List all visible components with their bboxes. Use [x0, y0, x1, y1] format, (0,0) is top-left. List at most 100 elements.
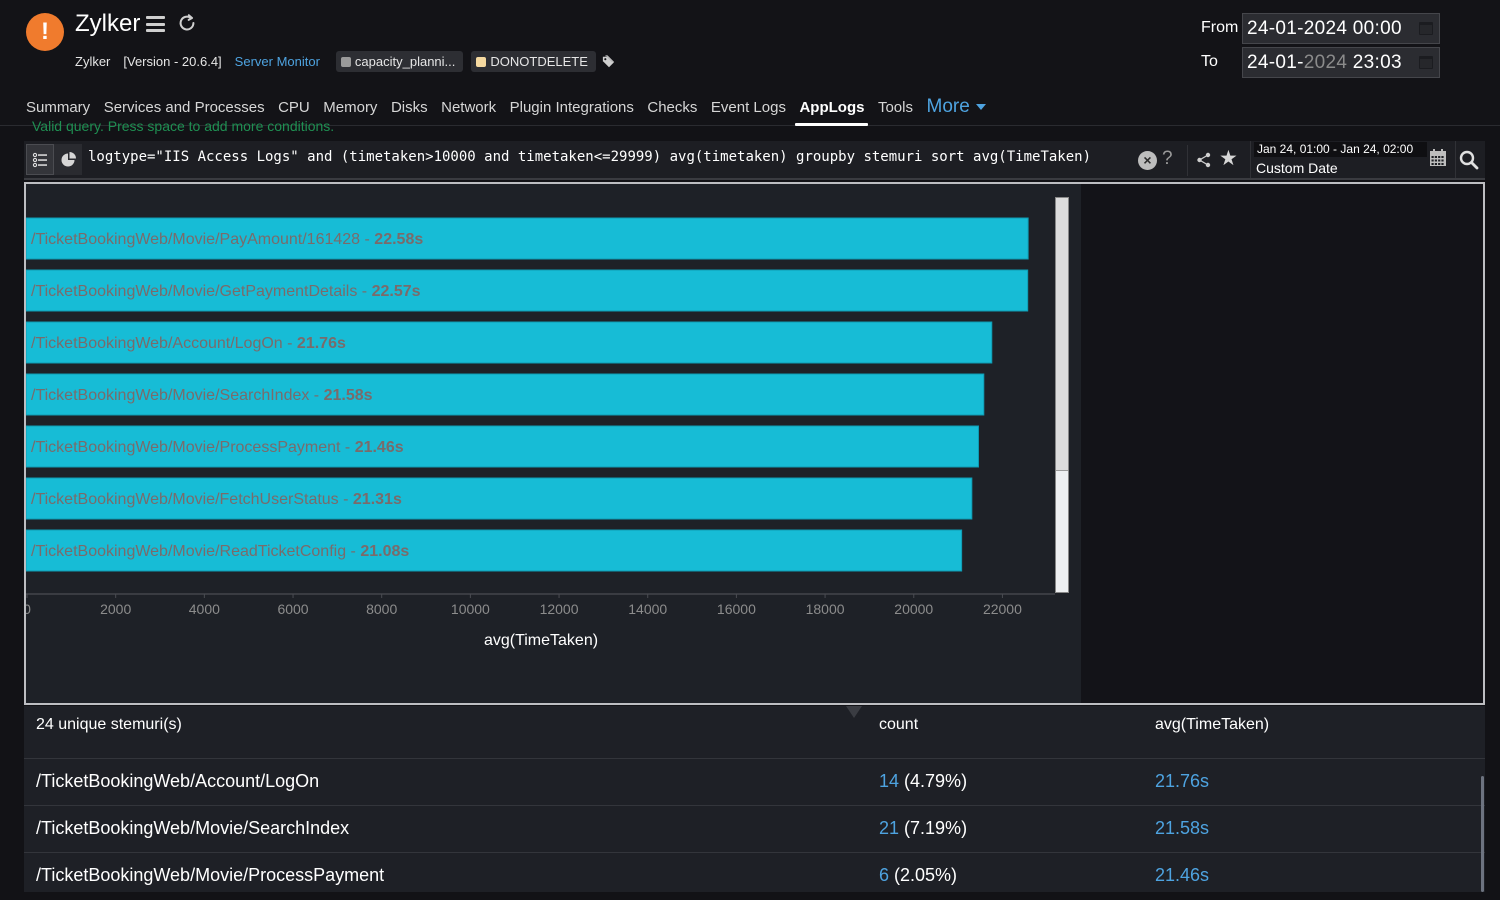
to-label: To	[1201, 53, 1218, 70]
refresh-icon[interactable]	[176, 12, 198, 34]
bar-value-label: 21.76s	[297, 335, 346, 352]
from-time-part: 00:00	[1347, 18, 1402, 39]
count-link[interactable]: 6	[879, 865, 889, 885]
share-icon[interactable]	[1196, 152, 1212, 168]
tab-memory[interactable]: Memory	[323, 99, 377, 119]
to-date-input[interactable]: 24-01-2024 23:03	[1242, 47, 1440, 78]
unique-count-label: 24 unique stemuri(s)	[36, 716, 182, 733]
bar-value-label: 21.08s	[360, 543, 409, 560]
from-label: From	[1201, 19, 1239, 36]
tab-checks[interactable]: Checks	[647, 99, 697, 119]
query-validation-hint: Valid query. Press space to add more con…	[32, 120, 335, 134]
tab-summary[interactable]: Summary	[26, 99, 90, 119]
x-tick-label: 4000	[189, 601, 220, 617]
version-label: [Version - 20.6.4]	[123, 54, 222, 69]
x-tick-label: 16000	[717, 601, 756, 617]
tab-tools[interactable]: Tools	[878, 99, 913, 119]
bar-value-label: 21.31s	[353, 491, 402, 508]
monitor-subline: Zylker [Version - 20.6.4] Server Monitor…	[75, 51, 616, 72]
calendar-icon[interactable]	[1429, 149, 1447, 167]
bar-category: /TicketBookingWeb/Movie/ProcessPayment -	[31, 439, 355, 456]
bar-category: /TicketBookingWeb/Movie/GetPaymentDetail…	[31, 283, 372, 300]
time-range-selector[interactable]: Jan 24, 01:00 - Jan 24, 02:00 Custom Dat…	[1250, 141, 1456, 178]
x-axis-title: avg(TimeTaken)	[484, 632, 598, 649]
bar-category: /TicketBookingWeb/Movie/SearchIndex -	[31, 387, 324, 404]
tab-cpu[interactable]: CPU	[278, 99, 310, 119]
chart-view-button[interactable]	[54, 144, 82, 175]
monitor-type-link[interactable]: Server Monitor	[235, 54, 320, 69]
tab-disks[interactable]: Disks	[391, 99, 428, 119]
tab-network[interactable]: Network	[441, 99, 496, 119]
tag-donotdelete[interactable]: DONOTDELETE	[471, 51, 596, 72]
avg-timetaken-link[interactable]: 21.76s	[1155, 771, 1209, 792]
table-row: /TicketBookingWeb/Movie/SearchIndex 21 (…	[24, 806, 1485, 853]
x-tick-label: 2000	[100, 601, 131, 617]
tab-plugin-integrations[interactable]: Plugin Integrations	[510, 99, 634, 119]
bar-value-label: 21.58s	[324, 387, 373, 404]
stemuri-cell: /TicketBookingWeb/Account/LogOn	[36, 771, 320, 791]
bar-category: /TicketBookingWeb/Movie/PayAmount/161428…	[31, 231, 374, 248]
bar-chart-area: /TicketBookingWeb/Movie/PayAmount/161428…	[26, 184, 1081, 703]
x-tick-label: 6000	[277, 601, 308, 617]
from-date-input[interactable]: 24-01-2024 00:00	[1242, 13, 1440, 44]
monitor-header: ! Zylker Zylker [Version - 20.6.4] Serve…	[0, 0, 1500, 126]
divider	[1187, 145, 1188, 176]
monitor-title: Zylker	[75, 10, 141, 37]
tag-label: DONOTDELETE	[490, 54, 588, 69]
count-link[interactable]: 14	[879, 771, 899, 791]
bar-value-label: 21.46s	[355, 439, 404, 456]
chart-scrollbar[interactable]	[1055, 197, 1069, 593]
stemuri-cell: /TicketBookingWeb/Movie/SearchIndex	[36, 818, 350, 838]
bar-value-label: 22.58s	[374, 231, 423, 248]
more-tabs-dropdown[interactable]: More	[927, 96, 986, 119]
bar-label: /TicketBookingWeb/Movie/GetPaymentDetail…	[31, 283, 421, 300]
query-input[interactable]	[88, 149, 1133, 165]
calendar-icon[interactable]	[1419, 22, 1433, 35]
x-tick-label: 10000	[451, 601, 490, 617]
table-scrollbar[interactable]	[1481, 776, 1484, 892]
bar-label: /TicketBookingWeb/Movie/ReadTicketConfig…	[31, 543, 409, 560]
list-view-button[interactable]	[26, 144, 54, 175]
column-header-count[interactable]: count	[879, 716, 918, 734]
query-bar: × ? ★ Jan 24, 01:00 - Jan 24, 02:00 Cust…	[24, 141, 1485, 180]
menu-hamburger-icon[interactable]	[146, 16, 165, 32]
avg-timetaken-link[interactable]: 21.46s	[1155, 865, 1209, 886]
to-date-part: 24-01-	[1247, 52, 1304, 73]
count-cell: 14 (4.79%)	[879, 771, 967, 792]
calendar-icon[interactable]	[1419, 56, 1433, 69]
count-cell: 6 (2.05%)	[879, 865, 957, 886]
clear-query-icon[interactable]: ×	[1138, 151, 1157, 170]
bar-category: /TicketBookingWeb/Movie/FetchUserStatus …	[31, 491, 353, 508]
table-row: /TicketBookingWeb/Account/LogOn 14 (4.79…	[24, 759, 1485, 806]
count-link[interactable]: 21	[879, 818, 899, 838]
tab-services-and-processes[interactable]: Services and Processes	[104, 99, 265, 119]
bar-label: /TicketBookingWeb/Movie/ProcessPayment -…	[31, 439, 404, 456]
monitor-name: Zylker	[75, 54, 111, 69]
bar-label: /TicketBookingWeb/Movie/PayAmount/161428…	[31, 231, 423, 248]
bar-label: /TicketBookingWeb/Account/LogOn - 21.76s	[31, 335, 346, 352]
chart-panel: /TicketBookingWeb/Movie/PayAmount/161428…	[24, 182, 1485, 705]
avg-timetaken-link[interactable]: 21.58s	[1155, 818, 1209, 839]
tag-capacity-planning[interactable]: capacity_planni...	[335, 51, 464, 72]
monitor-tabs: Summary Services and Processes CPU Memor…	[26, 96, 999, 126]
help-icon[interactable]: ?	[1162, 148, 1173, 170]
table-header: 24 unique stemuri(s) count avg(TimeTaken…	[24, 706, 1485, 759]
bar-label: /TicketBookingWeb/Movie/SearchIndex - 21…	[31, 387, 373, 404]
bar-category: /TicketBookingWeb/Account/LogOn -	[31, 335, 297, 352]
tab-applogs[interactable]: AppLogs	[795, 99, 869, 126]
time-range-mode: Custom Date	[1256, 160, 1338, 176]
column-header-avg-timetaken[interactable]: avg(TimeTaken)	[1155, 716, 1269, 734]
favorite-star-icon[interactable]: ★	[1219, 146, 1238, 171]
tab-event-logs[interactable]: Event Logs	[711, 99, 786, 119]
count-percent: (7.19%)	[899, 818, 968, 838]
tag-icon[interactable]	[602, 54, 616, 69]
count-cell: 21 (7.19%)	[879, 818, 967, 839]
to-time-part: 23:03	[1347, 52, 1402, 73]
bar-value-label: 22.57s	[372, 283, 421, 300]
x-tick-label: 0	[26, 601, 31, 617]
chart-scrollbar-thumb[interactable]	[1056, 198, 1068, 471]
search-icon[interactable]	[1459, 150, 1479, 170]
bar-category: /TicketBookingWeb/Movie/ReadTicketConfig…	[31, 543, 360, 560]
tag-color-swatch	[340, 56, 351, 67]
time-range-value: Jan 24, 01:00 - Jan 24, 02:00	[1254, 142, 1427, 157]
